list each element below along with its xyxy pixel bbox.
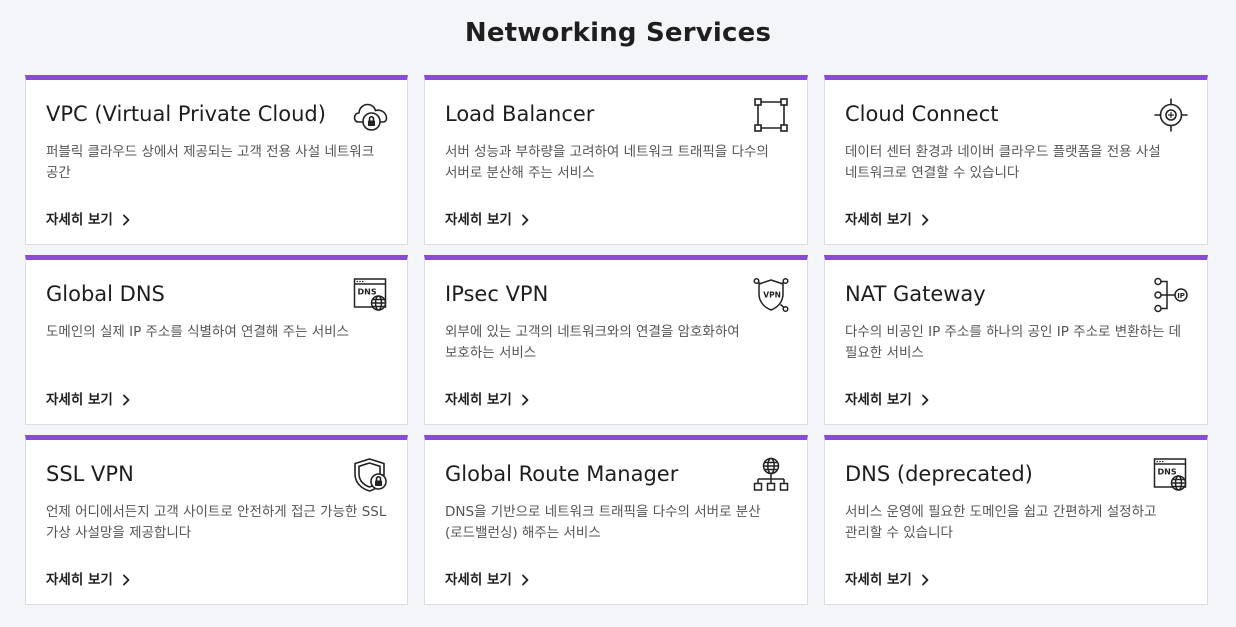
card-description: 언제 어디에서든지 고객 사이트로 안전하게 접근 가능한 SSL 가상 사설망…: [46, 504, 387, 541]
card-description: 데이터 센터 환경과 네이버 클라우드 플랫폼을 전용 사설 네트워크로 연결할…: [845, 144, 1161, 181]
svg-text:IP: IP: [1177, 292, 1185, 300]
card-description: DNS을 기반으로 네트워크 트래픽을 다수의 서버로 분산(로드밸런싱) 해주…: [445, 504, 761, 541]
cloud-lock-icon: [353, 97, 389, 133]
svg-text:VPN: VPN: [763, 291, 781, 300]
service-card-nat-gateway[interactable]: NAT Gateway IP 다수의 비공인 IP 주소를 하나의 공인 IP …: [824, 255, 1208, 425]
load-balancer-icon: [753, 97, 789, 133]
view-details-link[interactable]: 자세히 보기: [845, 390, 930, 410]
view-details-link[interactable]: 자세히 보기: [46, 390, 131, 410]
card-title: SSL VPN: [46, 462, 134, 486]
card-title: NAT Gateway: [845, 282, 986, 306]
view-details-label: 자세히 보기: [445, 212, 512, 228]
globe-network-icon: [753, 457, 789, 493]
view-details-label: 자세히 보기: [845, 212, 912, 228]
chevron-right-icon: [121, 394, 131, 406]
service-card-cloud-connect[interactable]: Cloud Connect 데이터 센터 환경과 네이버 클라우드 플랫폼을 전…: [824, 75, 1208, 245]
dns-globe-icon: DNS: [1153, 457, 1189, 493]
chevron-right-icon: [520, 394, 530, 406]
card-description: 외부에 있는 고객의 네트워크와의 연결을 암호화하여 보호하는 서비스: [445, 324, 740, 361]
view-details-link[interactable]: 자세히 보기: [46, 210, 131, 230]
service-card-ssl-vpn[interactable]: SSL VPN 언제 어디에서든지 고객 사이트로 안전하게 접근 가능한 SS…: [25, 435, 408, 605]
page-title: Networking Services: [464, 18, 772, 48]
card-description: 서비스 운영에 필요한 도메인을 쉽고 간편하게 설정하고 관리할 수 있습니다: [845, 504, 1157, 541]
card-title: Global Route Manager: [445, 462, 679, 486]
dns-globe-icon: DNS: [353, 277, 389, 313]
chevron-right-icon: [121, 574, 131, 586]
card-description: 퍼블릭 클라우드 상에서 제공되는 고객 전용 사설 네트워크 공간: [46, 144, 375, 181]
card-description: 도메인의 실제 IP 주소를 식별하여 연결해 주는 서비스: [46, 324, 349, 340]
view-details-label: 자세히 보기: [445, 572, 512, 588]
view-details-link[interactable]: 자세히 보기: [46, 570, 131, 590]
view-details-link[interactable]: 자세히 보기: [445, 570, 530, 590]
service-card-dns-deprecated[interactable]: DNS (deprecated) DNS 서비스 운영에 필요한 도메인을 쉽고…: [824, 435, 1208, 605]
nat-gateway-icon: IP: [1153, 277, 1189, 313]
card-title: Cloud Connect: [845, 102, 999, 126]
service-card-global-dns[interactable]: Global DNS DNS 도메인의 실제 IP 주소를 식별하여 연결해 주…: [25, 255, 408, 425]
chevron-right-icon: [920, 574, 930, 586]
shield-lock-icon: [353, 457, 389, 493]
chevron-right-icon: [920, 394, 930, 406]
card-title: Global DNS: [46, 282, 165, 306]
view-details-link[interactable]: 자세히 보기: [445, 390, 530, 410]
view-details-label: 자세히 보기: [845, 572, 912, 588]
svg-text:DNS: DNS: [358, 288, 377, 297]
chevron-right-icon: [520, 574, 530, 586]
view-details-link[interactable]: 자세히 보기: [845, 210, 930, 230]
svg-text:DNS: DNS: [1158, 468, 1177, 477]
card-title: DNS (deprecated): [845, 462, 1033, 486]
card-title: Load Balancer: [445, 102, 595, 126]
service-card-load-balancer[interactable]: Load Balancer 서버 성능과 부하량을 고려하여 네트워크 트래픽을…: [424, 75, 808, 245]
cloud-connect-icon: [1153, 97, 1189, 133]
card-title: IPsec VPN: [445, 282, 549, 306]
view-details-label: 자세히 보기: [46, 212, 113, 228]
chevron-right-icon: [920, 214, 930, 226]
service-card-global-route-manager[interactable]: Global Route Manager DNS을 기반으로 네트워크 트래픽을…: [424, 435, 808, 605]
card-description: 다수의 비공인 IP 주소를 하나의 공인 IP 주소로 변환하는 데 필요한 …: [845, 324, 1182, 361]
card-title: VPC (Virtual Private Cloud): [46, 102, 326, 126]
service-card-vpc[interactable]: VPC (Virtual Private Cloud) 퍼블릭 클라우드 상에서…: [25, 75, 408, 245]
card-description: 서버 성능과 부하량을 고려하여 네트워크 트래픽을 다수의 서버로 분산해 주…: [445, 144, 769, 181]
view-details-link[interactable]: 자세히 보기: [845, 570, 930, 590]
chevron-right-icon: [121, 214, 131, 226]
view-details-label: 자세히 보기: [46, 392, 113, 408]
service-card-ipsec-vpn[interactable]: IPsec VPN VPN 외부에 있는 고객의 네트워크와의 연결을 암호화하…: [424, 255, 808, 425]
view-details-label: 자세히 보기: [845, 392, 912, 408]
chevron-right-icon: [520, 214, 530, 226]
view-details-label: 자세히 보기: [46, 572, 113, 588]
view-details-link[interactable]: 자세히 보기: [445, 210, 530, 230]
view-details-label: 자세히 보기: [445, 392, 512, 408]
vpn-shield-icon: VPN: [753, 277, 789, 313]
service-grid: VPC (Virtual Private Cloud) 퍼블릭 클라우드 상에서…: [25, 75, 1208, 605]
